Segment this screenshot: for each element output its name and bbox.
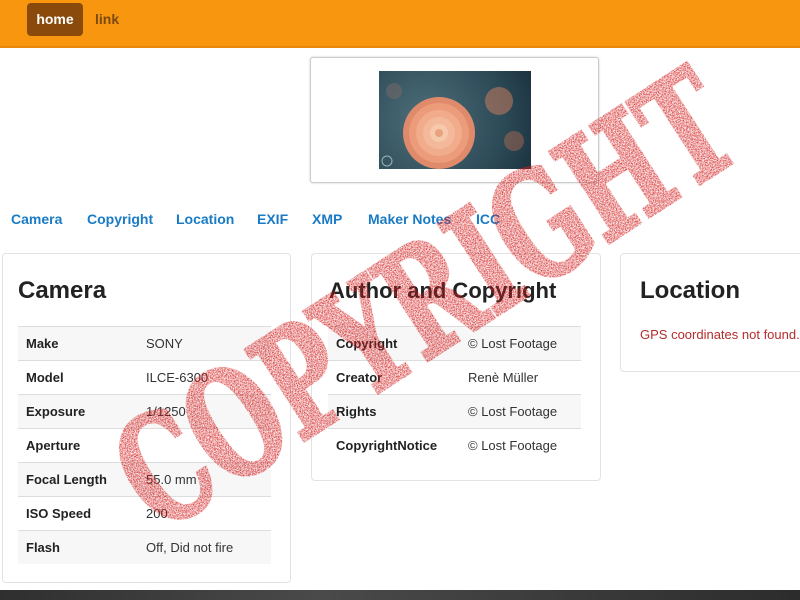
table-row: Exposure 1/1250 [18,394,271,429]
tab-location[interactable]: Location [176,211,234,227]
table-row: Aperture [18,428,271,463]
row-value: 55.0 mm [138,462,271,497]
row-key: Creator [328,360,460,395]
dahlia-flower-image[interactable] [379,71,531,169]
tab-camera[interactable]: Camera [11,211,62,227]
row-value [138,428,271,463]
table-row: CopyrightNotice © Lost Footage [328,428,581,462]
table-row: Focal Length 55.0 mm [18,462,271,497]
image-thumbnail-frame [310,57,599,183]
tab-copyright[interactable]: Copyright [87,211,153,227]
copyright-table: Copyright © Lost Footage Creator Renè Mü… [328,326,581,462]
row-value: ILCE-6300 [138,360,271,395]
table-row: Creator Renè Müller [328,360,581,395]
row-value: 200 [138,496,271,531]
row-value: © Lost Footage [460,326,581,361]
tab-xmp[interactable]: XMP [312,211,342,227]
table-row: Copyright © Lost Footage [328,326,581,361]
row-key: ISO Speed [18,496,138,531]
row-key: Aperture [18,428,138,463]
row-value: Off, Did not fire [138,530,271,564]
row-key: Copyright [328,326,460,361]
camera-panel-title: Camera [18,277,107,304]
row-value: Renè Müller [460,360,581,395]
top-navbar: home link [0,0,800,48]
copyright-panel-title: Author and Copyright [329,278,557,303]
table-row: Flash Off, Did not fire [18,530,271,564]
table-row: ISO Speed 200 [18,496,271,531]
row-key: Make [18,326,138,361]
location-panel [620,253,800,372]
table-row: Make SONY [18,326,271,361]
row-key: Model [18,360,138,395]
row-value: © Lost Footage [460,428,581,462]
row-key: Flash [18,530,138,564]
row-value: SONY [138,326,271,361]
row-key: Focal Length [18,462,138,497]
gps-not-found-message: GPS coordinates not found. [640,327,800,342]
nav-link-item[interactable]: link [95,11,119,27]
row-key: Exposure [18,394,138,429]
tab-maker-notes[interactable]: Maker Notes [368,211,451,227]
tab-exif[interactable]: EXIF [257,211,288,227]
row-key: Rights [328,394,460,429]
table-row: Model ILCE-6300 [18,360,271,395]
tab-icc[interactable]: ICC [476,211,500,227]
row-key: CopyrightNotice [328,428,460,462]
row-value: 1/1250 [138,394,271,429]
camera-table: Make SONY Model ILCE-6300 Exposure 1/125… [18,326,271,564]
location-panel-title: Location [640,277,740,304]
row-value: © Lost Footage [460,394,581,429]
table-row: Rights © Lost Footage [328,394,581,429]
nav-home-button[interactable]: home [27,3,83,36]
bottom-edge-strip [0,590,800,600]
